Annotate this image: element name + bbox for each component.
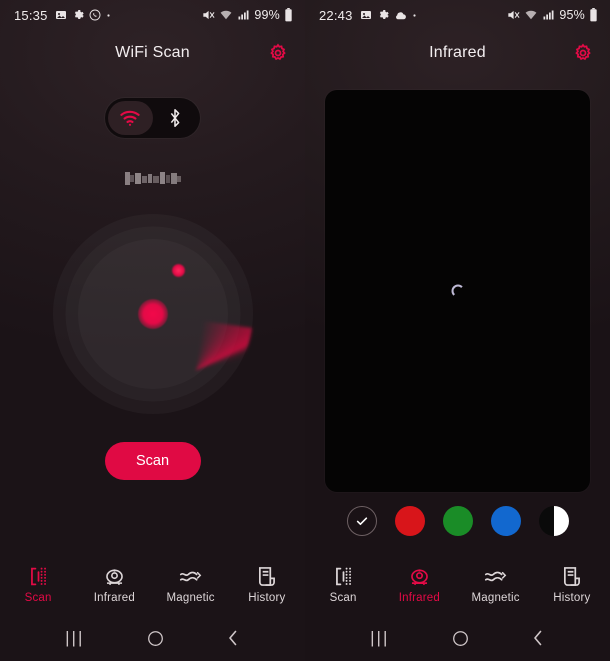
scan-button[interactable]: Scan [104,442,201,480]
tab-label: History [248,591,286,604]
tab-label: Magnetic [471,591,520,604]
toggle-segment-bluetooth[interactable] [153,101,198,135]
check-icon [356,517,367,526]
bottom-tab-bar: Scan Infrared Magnetic History [305,553,610,615]
status-right-icons: 99% [201,8,293,22]
app-bar: Infrared [305,30,610,76]
recent-apps-button[interactable]: ||| [370,628,389,648]
dot-icon [106,13,111,18]
radar-blip [171,264,185,277]
tab-label: Magnetic [166,591,215,604]
scan-button-container: Scan [0,442,305,480]
waves-icon [484,565,507,587]
mute-icon [506,8,520,22]
status-bar: 15:35 99% [0,0,305,30]
cloud-icon [394,10,407,21]
battery-icon [284,8,293,22]
radar-sweep-beam [138,314,252,427]
tab-magnetic[interactable]: Magnetic [458,565,534,604]
settings-gear-icon[interactable] [572,42,594,64]
tab-infrared[interactable]: Infrared [381,565,457,604]
wifi-bluetooth-toggle[interactable] [105,98,200,138]
battery-percent: 99% [254,8,280,22]
tab-infrared[interactable]: Infrared [76,565,152,604]
waves-icon [179,565,202,587]
infrared-camera-preview[interactable] [325,90,590,492]
back-button[interactable] [226,629,240,647]
phone-screen-infrared: 22:43 95% Infrared Scan Infrared Magneti… [305,0,610,661]
document-icon [562,565,581,587]
status-left-icons [360,9,417,21]
page-title: WiFi Scan [115,44,190,61]
filter-swatch-green[interactable] [442,506,473,536]
filter-swatch-red[interactable] [394,506,425,536]
phone-screen-wifi-scan: 15:35 99% WiFi Scan Scan Scan Infrared M… [0,0,305,661]
page-title: Infrared [429,44,486,61]
tab-label: Scan [24,591,52,604]
settings-gear-icon[interactable] [267,42,289,64]
signal-icon [542,9,555,21]
tab-magnetic[interactable]: Magnetic [153,565,229,604]
scan-icon [28,565,49,587]
status-time: 15:35 [14,7,48,23]
gear-icon [377,9,389,21]
wifi-icon [219,9,233,22]
home-button[interactable] [147,630,164,647]
status-left-icons [55,9,111,21]
status-right-icons: 95% [506,8,598,22]
tab-label: Scan [329,591,357,604]
document-icon [257,565,276,587]
status-time: 22:43 [319,7,353,23]
filter-swatch-blue[interactable] [490,506,521,536]
signal-icon [237,9,250,21]
image-icon [360,9,372,21]
battery-icon [589,8,598,22]
radar-display-container [0,214,305,427]
home-button[interactable] [452,630,469,647]
radar-center-dot [137,299,168,329]
bottom-tab-bar: Scan Infrared Magnetic History [0,553,305,615]
tab-label: Infrared [93,591,135,604]
whatsapp-icon [89,9,101,21]
tab-scan[interactable]: Scan [305,565,381,604]
back-button[interactable] [531,629,545,647]
scan-icon [333,565,354,587]
tab-history[interactable]: History [229,565,305,604]
filter-swatch-split[interactable] [538,506,569,536]
wifi-icon [524,9,538,22]
color-filter-row [305,506,610,536]
android-system-nav: ||| [305,615,610,661]
network-name-censored [0,170,305,190]
loading-spinner-icon [451,284,464,298]
battery-percent: 95% [559,8,585,22]
toggle-segment-wifi[interactable] [108,101,153,135]
app-bar: WiFi Scan [0,30,305,76]
status-bar: 22:43 95% [305,0,610,30]
dot-icon [412,13,417,18]
radar-display [53,214,253,427]
camera-icon [103,565,126,587]
dual-screenshot: 15:35 99% WiFi Scan Scan Scan Infrared M… [0,0,610,661]
mute-icon [201,8,215,22]
tab-label: History [553,591,591,604]
tab-history[interactable]: History [534,565,610,604]
blurred-ssid-text [124,170,181,187]
tab-label: Infrared [398,591,440,604]
gear-icon [72,9,84,21]
tab-scan[interactable]: Scan [0,565,76,604]
mode-toggle-container [0,98,305,138]
camera-icon [408,565,431,587]
image-icon [55,9,67,21]
recent-apps-button[interactable]: ||| [65,628,84,648]
filter-swatch-none[interactable] [346,506,377,536]
android-system-nav: ||| [0,615,305,661]
